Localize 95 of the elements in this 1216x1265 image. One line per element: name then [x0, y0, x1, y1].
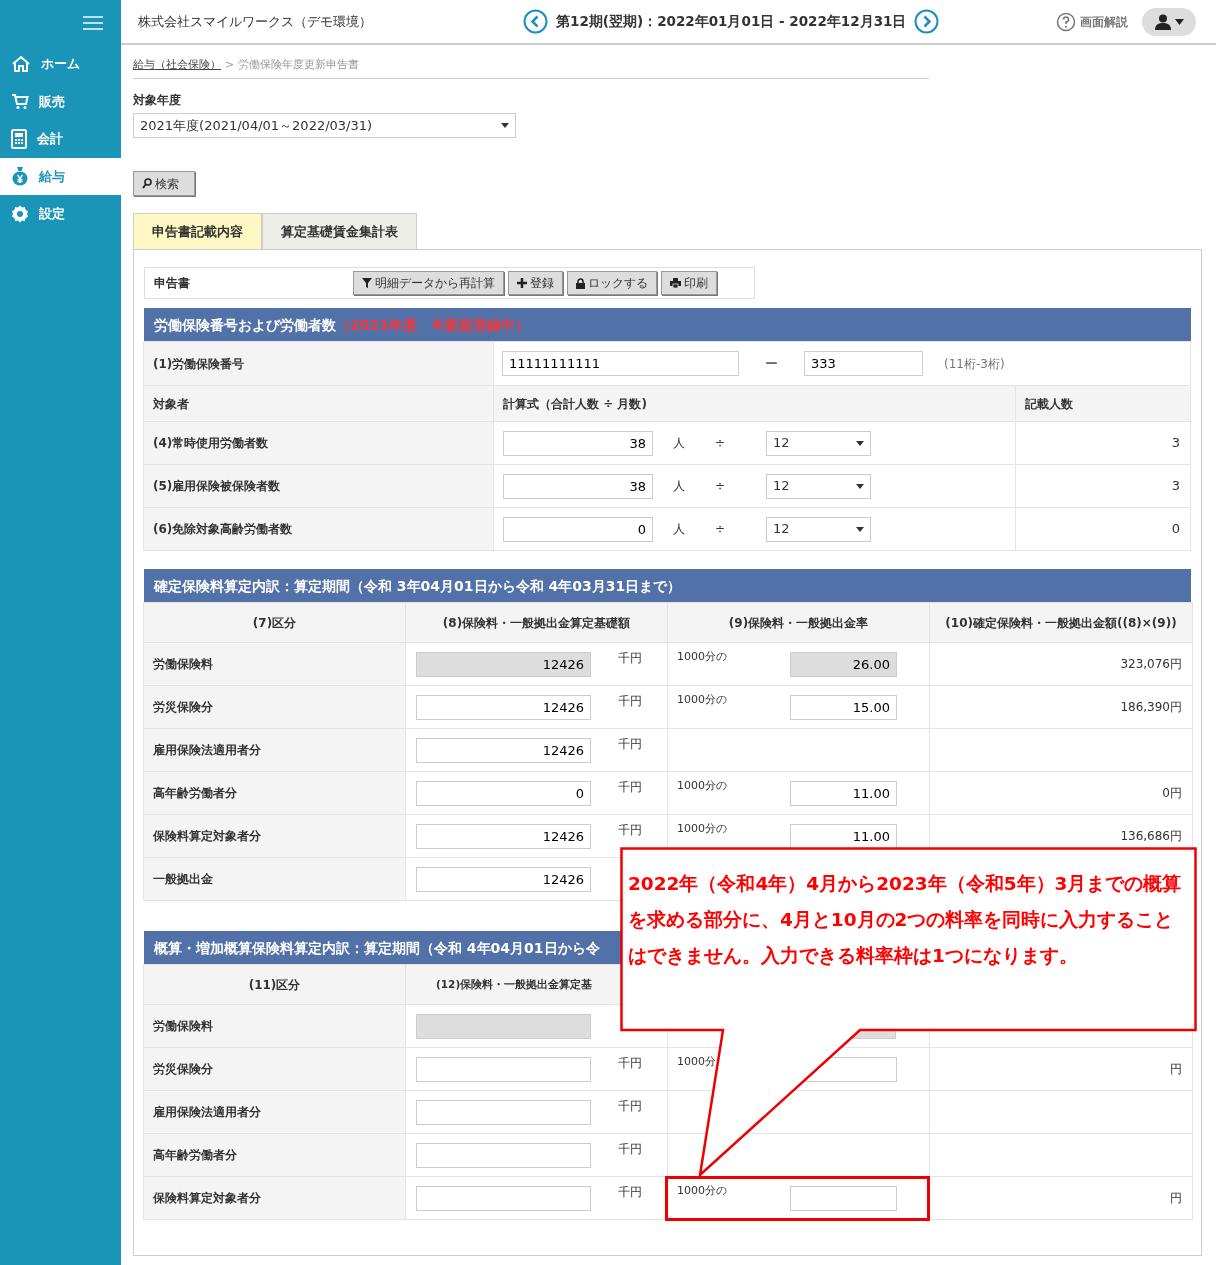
search-button[interactable]: 検索 [133, 171, 195, 196]
toolbar-button[interactable]: 明細データから再計算 [353, 271, 504, 295]
amount-value: 0円 [1162, 785, 1182, 802]
section-title: 概算・増加概算保険料算定内訳：算定期間（令和 4年04月01日から令 [154, 938, 600, 958]
count-value: 0 [1171, 520, 1180, 539]
unit-label: 千円 [618, 1055, 642, 1072]
column-header: (10)確定保険料・一般拠出金額((8)×(9)) [945, 614, 1177, 632]
unit-label: 人 [673, 478, 685, 495]
row-label: 保険料算定対象者分 [153, 1190, 261, 1207]
rate-prefix: 1000分 [677, 1054, 717, 1070]
amount-field[interactable]: 12426 [416, 738, 591, 763]
unit-label: 千円 [618, 779, 642, 796]
row-label: (4)常時使用労働者数 [153, 435, 269, 452]
toolbar-button[interactable]: ロックする [567, 271, 657, 295]
amount-field[interactable]: 12426 [416, 695, 591, 720]
row-label: 労災保険分 [153, 1061, 213, 1078]
divide-sign: ÷ [715, 435, 726, 452]
rate-prefix: 1000分の [677, 1183, 728, 1199]
months-select[interactable]: 12 [766, 430, 872, 456]
amount-value: 323,076円 [1120, 656, 1182, 673]
unit-label: 千円 [618, 1184, 642, 1201]
hint-text: (11桁-3桁) [944, 355, 1005, 373]
amount-field[interactable]: 12426 [416, 867, 591, 892]
column-header: 計算式（合計人数 ÷ 月数) [503, 395, 647, 413]
unit-label: 千円 [618, 650, 642, 667]
rate-prefix: 1000分の [677, 778, 728, 794]
tab[interactable]: 申告書記載内容 [133, 213, 262, 249]
count-field[interactable]: 0 [503, 516, 653, 542]
column-header: (9)保険料・一般拠出金率 [728, 614, 869, 632]
rate-field[interactable]: 15.00 [790, 695, 897, 720]
row-label: 保険料算定対象者分 [153, 828, 261, 845]
toolbar-button[interactable]: 印刷 [661, 271, 717, 295]
column-header: 記載人数 [1025, 395, 1073, 413]
amount-field[interactable]: 0 [416, 781, 591, 806]
breadcrumb-current: 労働保険年度更新申告書 [238, 57, 360, 74]
rate-field[interactable]: 11.00 [790, 824, 897, 849]
toolbar-button[interactable]: 登録 [508, 271, 563, 295]
rate-prefix: 1000分の [677, 692, 728, 708]
unit-label: 人 [673, 435, 685, 452]
count-value: 3 [1171, 477, 1180, 496]
column-header: (7)区分 [252, 614, 297, 632]
months-select[interactable]: 12 [766, 473, 872, 499]
sidebar-item[interactable]: 給与 [0, 157, 121, 195]
amount-value: 円 [1170, 1190, 1182, 1207]
section-title: 労働保険番号および労働者数（2021年度 ※新規登録中） [154, 315, 529, 335]
insurance-number-field[interactable]: 11111111111 [502, 351, 739, 376]
breadcrumb-separator: > [225, 57, 235, 74]
help-link[interactable]: 画面解説 [1056, 11, 1128, 32]
divide-sign: ÷ [715, 521, 726, 538]
row-label: 高年齢労働者分 [153, 1147, 237, 1164]
count-field[interactable]: 38 [503, 473, 653, 499]
row-label: (6)免除対象高齢労働者数 [153, 521, 293, 538]
row-label: (1)労働保険番号 [153, 355, 245, 373]
column-header: (8)保険料・一般拠出金算定基礎額 [442, 614, 631, 632]
amount-value: 186,390円 [1120, 699, 1182, 716]
section-title: 確定保険料算定内訳：算定期間（令和 3年04月01日から令和 4年03月31日まで） [154, 576, 682, 596]
row-label: 雇用保険法適用者分 [153, 742, 261, 759]
rate-prefix: 1000分の [677, 821, 728, 837]
rate-field[interactable]: 11.00 [790, 781, 897, 806]
rate-prefix: 1000分の [677, 649, 728, 665]
row-label: (5)雇用保険被保険者数 [153, 478, 281, 495]
row-label: 労働保険料 [153, 1018, 213, 1035]
months-select[interactable]: 12 [766, 516, 872, 542]
unit-label: 千円 [618, 693, 642, 710]
amount-value: 円 [1170, 1061, 1182, 1078]
amount-field[interactable]: 12426 [416, 824, 591, 849]
unit-label: 千円 [618, 822, 642, 839]
company-name: 株式会社スマイルワークス（デモ環境） [138, 12, 373, 31]
row-label: 一般拠出金 [153, 871, 213, 888]
unit-label: 千円 [618, 736, 642, 753]
column-header: (12)保険料・一般拠出金算定基 [436, 976, 593, 992]
column-header: 対象者 [153, 395, 189, 413]
dash-label: ー [765, 354, 778, 373]
amount-value: 136,686円 [1120, 828, 1182, 845]
row-label: 高年齢労働者分 [153, 785, 237, 802]
branch-number-field[interactable]: 333 [804, 351, 923, 376]
breadcrumb-link[interactable]: 給与（社会保険） [133, 57, 221, 74]
unit-label: 千円 [618, 1098, 642, 1115]
amount-field[interactable]: 12426 [416, 652, 591, 677]
row-label: 労災保険分 [153, 699, 213, 716]
count-value: 3 [1171, 434, 1180, 453]
year-select[interactable]: 2021年度(2021/04/01～2022/03/31) [133, 113, 516, 138]
unit-label: 千円 [618, 1141, 642, 1158]
callout-text: 2022年（令和4年）4月から2023年（令和5年）3月までの概算を求める部分に、4月と10月の2つの料率を同時に入力することはできません。入力できる料率枠は1つになります。 [628, 872, 1183, 968]
rate-field[interactable]: 26.00 [790, 652, 897, 677]
divide-sign: ÷ [715, 478, 726, 495]
field-label: 対象年度 [133, 92, 182, 109]
row-label: 雇用保険法適用者分 [153, 1104, 261, 1121]
count-field[interactable]: 38 [503, 430, 653, 456]
toolbar-label: 申告書 [154, 275, 191, 292]
unit-label: 人 [673, 521, 685, 538]
tab[interactable]: 算定基礎賃金集計表 [262, 213, 417, 249]
period-label: 第12期(翌期)：2022年01月01日 - 2022年12月31日 [556, 12, 907, 32]
column-header: (11)区分 [248, 976, 301, 994]
row-label: 労働保険料 [153, 656, 213, 673]
